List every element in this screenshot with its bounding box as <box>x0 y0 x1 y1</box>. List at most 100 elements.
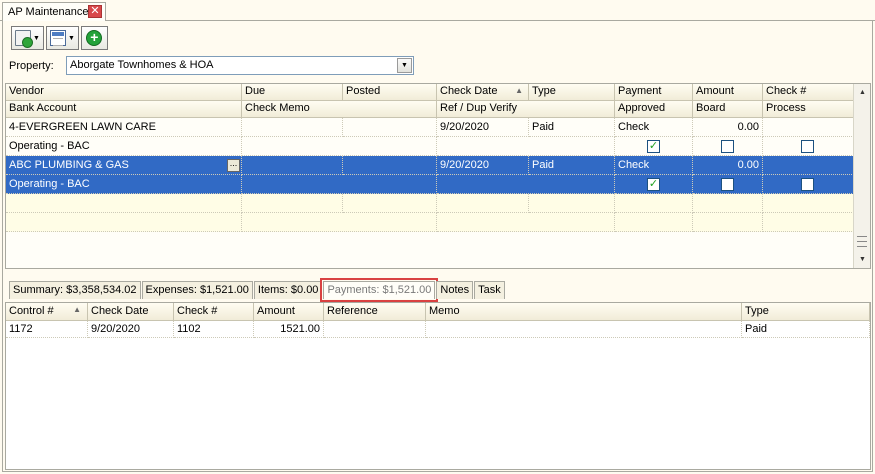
chevron-down-icon[interactable]: ▼ <box>33 35 40 42</box>
col-header-check-date[interactable]: Check Date <box>88 303 174 321</box>
col-header-posted[interactable]: Posted <box>343 84 437 101</box>
invoice-grid: Vendor Due Posted Check Date ▲ Type Paym… <box>5 83 871 269</box>
detail-tabs: Summary: $3,358,534.02 Expenses: $1,521.… <box>9 278 506 302</box>
approved-checkbox[interactable]: ✓ <box>647 140 660 153</box>
tab-ap-maintenance[interactable]: AP Maintenance ✕ <box>2 2 106 22</box>
cell-ref-dup-verify[interactable] <box>437 137 615 156</box>
cell-control-no[interactable]: 1172 <box>6 321 88 338</box>
cell-posted[interactable] <box>343 118 437 137</box>
empty-cell[interactable] <box>437 194 529 213</box>
cell-check-no[interactable] <box>763 156 854 175</box>
col-header-ref-dup-verify[interactable]: Ref / Dup Verify <box>437 101 615 118</box>
col-header-amount[interactable]: Amount <box>254 303 324 321</box>
cell-vendor[interactable]: 4-EVERGREEN LAWN CARE <box>6 118 242 137</box>
col-header-type[interactable]: Type <box>742 303 870 321</box>
grid-layout-button[interactable]: ▼ <box>45 26 79 50</box>
cell-payment[interactable]: Check <box>615 156 693 175</box>
col-header-due[interactable]: Due <box>242 84 343 101</box>
cell-memo[interactable] <box>426 321 742 338</box>
col-header-control-no[interactable]: Control # ▲ <box>6 303 88 321</box>
empty-cell[interactable] <box>242 213 437 232</box>
cell-type[interactable]: Paid <box>742 321 870 338</box>
scroll-down-icon[interactable]: ▼ <box>856 253 869 266</box>
cell-check-no[interactable] <box>763 118 854 137</box>
cell-check-date[interactable]: 9/20/2020 <box>437 118 529 137</box>
vertical-scrollbar[interactable]: ▲ ▼ <box>853 84 870 268</box>
payments-grid: Control # ▲ Check Date Check # Amount Re… <box>5 302 871 470</box>
cell-amount[interactable]: 0.00 <box>693 118 763 137</box>
approved-checkbox[interactable]: ✓ <box>647 178 660 191</box>
col-header-bank-account[interactable]: Bank Account <box>6 101 242 118</box>
tab-summary[interactable]: Summary: $3,358,534.02 <box>9 281 141 299</box>
cell-due[interactable] <box>242 118 343 137</box>
add-icon: + <box>86 30 103 46</box>
new-document-icon <box>15 30 33 48</box>
tab-expenses[interactable]: Expenses: $1,521.00 <box>141 281 253 299</box>
col-header-check-no[interactable]: Check # <box>174 303 254 321</box>
col-header-control-no-label: Control # <box>9 305 54 317</box>
col-header-reference[interactable]: Reference <box>324 303 426 321</box>
cell-ref-dup-verify[interactable] <box>437 175 615 194</box>
col-header-board[interactable]: Board <box>693 101 763 118</box>
tab-notes[interactable]: Notes <box>436 281 474 299</box>
empty-cell[interactable] <box>242 194 343 213</box>
property-select[interactable]: Aborgate Townhomes & HOA ▼ <box>66 56 414 75</box>
empty-cell[interactable] <box>529 194 615 213</box>
close-icon[interactable]: ✕ <box>88 5 102 18</box>
new-document-button[interactable]: ▼ <box>11 26 44 50</box>
cell-reference[interactable] <box>324 321 426 338</box>
board-checkbox[interactable] <box>721 178 734 191</box>
empty-cell[interactable] <box>693 213 763 232</box>
cell-vendor[interactable]: ABC PLUMBING & GAS <box>6 156 242 175</box>
col-header-approved[interactable]: Approved <box>615 101 693 118</box>
empty-cell[interactable] <box>763 194 854 213</box>
vendor-lookup-button[interactable]: ... <box>227 159 240 172</box>
tab-task[interactable]: Task <box>474 281 505 299</box>
cell-check-memo[interactable] <box>242 175 437 194</box>
col-header-vendor[interactable]: Vendor <box>6 84 242 101</box>
col-header-check-memo[interactable]: Check Memo <box>242 101 437 118</box>
board-checkbox[interactable] <box>721 140 734 153</box>
cell-payment[interactable]: Check <box>615 118 693 137</box>
cell-check-no[interactable]: 1102 <box>174 321 254 338</box>
empty-cell[interactable] <box>6 213 242 232</box>
cell-check-date[interactable]: 9/20/2020 <box>437 156 529 175</box>
scroll-up-icon[interactable]: ▲ <box>856 86 869 99</box>
col-header-amount[interactable]: Amount <box>693 84 763 101</box>
col-header-type[interactable]: Type <box>529 84 615 101</box>
tab-items[interactable]: Items: $0.00 <box>253 281 323 299</box>
process-checkbox[interactable] <box>801 178 814 191</box>
cell-due[interactable] <box>242 156 343 175</box>
cell-check-date[interactable]: 9/20/2020 <box>88 321 174 338</box>
chevron-down-icon[interactable]: ▼ <box>397 58 412 73</box>
cell-amount[interactable]: 1521.00 <box>254 321 324 338</box>
cell-bank-account[interactable]: Operating - BAC <box>6 137 242 156</box>
empty-cell[interactable] <box>615 194 693 213</box>
cell-amount[interactable]: 0.00 <box>693 156 763 175</box>
col-header-check-no[interactable]: Check # <box>763 84 854 101</box>
ap-maintenance-panel: ▼ ▼ + Property: Aborgate Townhomes & HOA… <box>2 21 873 472</box>
scroll-grip-icon[interactable] <box>857 236 867 247</box>
empty-cell[interactable] <box>437 213 615 232</box>
empty-cell[interactable] <box>6 194 242 213</box>
empty-cell[interactable] <box>763 213 854 232</box>
chevron-down-icon[interactable]: ▼ <box>68 35 75 42</box>
sort-ascending-icon: ▲ <box>73 305 81 314</box>
cell-type[interactable]: Paid <box>529 118 615 137</box>
col-header-memo[interactable]: Memo <box>426 303 742 321</box>
sort-ascending-icon: ▲ <box>515 86 523 95</box>
tab-payments[interactable]: Payments: $1,521.00 <box>320 278 439 302</box>
col-header-check-date[interactable]: Check Date ▲ <box>437 84 529 101</box>
property-value: Aborgate Townhomes & HOA <box>70 59 214 71</box>
add-button[interactable]: + <box>80 26 108 50</box>
empty-cell[interactable] <box>693 194 763 213</box>
process-checkbox[interactable] <box>801 140 814 153</box>
cell-check-memo[interactable] <box>242 137 437 156</box>
col-header-payment[interactable]: Payment <box>615 84 693 101</box>
cell-type[interactable]: Paid <box>529 156 615 175</box>
cell-posted[interactable] <box>343 156 437 175</box>
cell-bank-account[interactable]: Operating - BAC <box>6 175 242 194</box>
col-header-process[interactable]: Process <box>763 101 854 118</box>
empty-cell[interactable] <box>615 213 693 232</box>
empty-cell[interactable] <box>343 194 437 213</box>
